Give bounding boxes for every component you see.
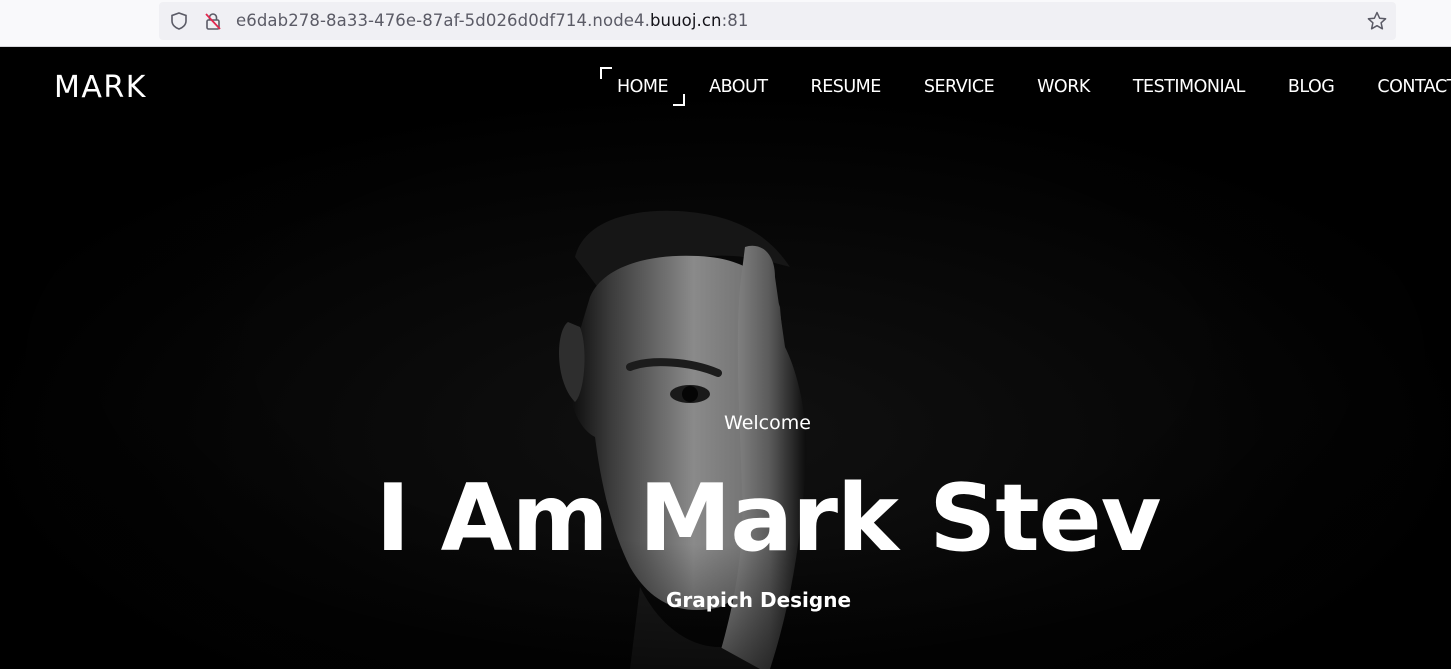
nav-contact[interactable]: CONTACT (1373, 75, 1451, 99)
nav-testimonial[interactable]: TESTIMONIAL (1129, 75, 1249, 99)
url-text[interactable]: e6dab278-8a33-476e-87af-5d026d0df714.nod… (236, 11, 748, 30)
nav-home[interactable]: HOME (600, 67, 686, 106)
main-nav: HOME ABOUT RESUME SERVICE WORK TESTIMONI… (600, 67, 1451, 106)
url-prefix: e6dab278-8a33-476e-87af-5d026d0df714.nod… (236, 11, 650, 30)
active-bracket-top-left (600, 67, 612, 79)
active-bracket-bottom-right (673, 94, 686, 106)
site-logo[interactable]: MARK (54, 70, 147, 105)
hero-subtitle: Grapich Designe (665, 588, 852, 612)
nav-about[interactable]: ABOUT (705, 75, 771, 99)
insecure-lock-icon[interactable] (203, 11, 223, 31)
nav-service[interactable]: SERVICE (920, 75, 998, 99)
url-port: :81 (721, 11, 749, 30)
hero-section: MARK HOME ABOUT RESUME SERVICE WORK TEST… (0, 47, 1451, 669)
hero-portrait-image (0, 47, 1451, 669)
address-bar[interactable]: e6dab278-8a33-476e-87af-5d026d0df714.nod… (159, 2, 1396, 40)
nav-blog[interactable]: BLOG (1284, 75, 1338, 99)
hero-welcome: Welcome (724, 412, 811, 434)
nav-resume[interactable]: RESUME (807, 75, 885, 99)
bookmark-star-icon[interactable] (1366, 10, 1388, 32)
hero-headline: I Am Mark Stev (375, 464, 1162, 572)
browser-toolbar: e6dab278-8a33-476e-87af-5d026d0df714.nod… (0, 0, 1451, 47)
tracking-protection-shield-icon[interactable] (169, 11, 189, 31)
url-host: buuoj.cn (649, 11, 722, 30)
nav-home-label: HOME (617, 77, 669, 97)
nav-work[interactable]: WORK (1033, 75, 1094, 99)
